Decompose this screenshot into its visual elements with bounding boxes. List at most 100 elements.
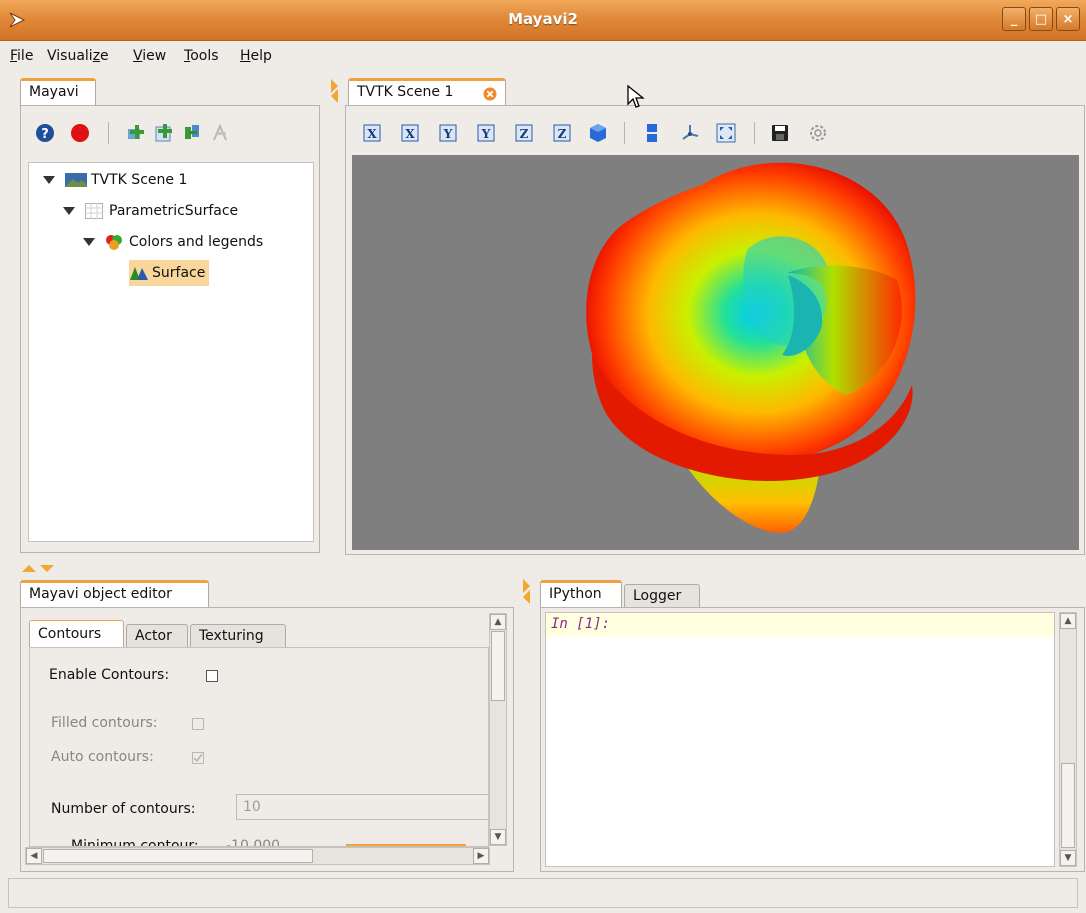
menu-file[interactable]: File [10,48,33,64]
filled-contours-label: Filled contours: [51,715,158,731]
tree-item-source[interactable]: ParametricSurface [63,198,238,224]
scroll-up-button[interactable]: ▲ [490,614,506,630]
view-x-pos-button[interactable]: X [362,123,382,143]
close-tab-icon[interactable] [483,87,497,101]
fullscreen-icon [716,123,736,143]
tab-tvtk-scene[interactable]: TVTK Scene 1 [348,78,506,106]
toolbar-separator [108,122,109,144]
save-button[interactable] [770,123,790,143]
menu-view[interactable]: View [133,48,166,64]
ipython-console[interactable]: In [1]: [545,612,1055,867]
number-of-contours-input[interactable]: 10 [236,794,488,820]
tree-label-source: ParametricSurface [109,203,239,219]
tab-mayavi[interactable]: Mayavi [20,78,96,106]
view-y-pos-button[interactable]: Y [438,123,458,143]
subtab-texturing-label: Texturing [199,628,264,644]
axes-icon [682,125,699,140]
mouse-cursor-icon [627,84,645,108]
view-y-neg-button[interactable]: Y [476,123,496,143]
maximize-button[interactable]: □ [1029,7,1053,31]
number-of-contours-label: Number of contours: [51,801,196,817]
contours-tab-content: Enable Contours: Filled contours: Auto c… [29,647,489,847]
collapse-console-arrow-icon[interactable] [521,578,533,606]
close-button[interactable]: × [1056,7,1080,31]
tree-item-module-manager[interactable]: Colors and legends [83,229,263,255]
auto-contours-label: Auto contours: [51,749,154,765]
add-source-button[interactable] [154,123,174,143]
scroll-down-button[interactable]: ▼ [1060,850,1076,866]
view-y-neg-icon: Y [477,124,495,142]
colors-legends-icon [106,235,122,250]
view-x-neg-icon: X [401,124,419,142]
tab-object-editor[interactable]: Mayavi object editor [20,580,209,608]
minimize-button[interactable]: _ [1002,7,1026,31]
minimum-contour-label: Minimum contour: [71,838,199,847]
add-module-button[interactable] [210,123,230,143]
svg-text:Z: Z [558,127,567,141]
collapse-arrow-icon[interactable] [43,176,55,184]
editor-horizontal-scrollbar[interactable]: ◀ ▶ [25,847,490,865]
subtab-contours[interactable]: Contours [29,620,124,648]
scroll-down-button[interactable]: ▼ [490,829,506,845]
stop-button[interactable] [70,123,90,143]
scroll-thumb[interactable] [1061,763,1075,848]
scene-3d-view[interactable] [352,155,1079,550]
view-z-pos-icon: Z [515,124,533,142]
subtab-actor[interactable]: Actor [126,624,188,648]
view-x-neg-button[interactable]: X [400,123,420,143]
settings-button[interactable] [808,123,828,143]
tab-object-editor-label: Mayavi object editor [29,586,172,602]
menu-help[interactable]: Help [240,48,272,64]
pipeline-tree[interactable]: TVTK Scene 1 ParametricSurface Colors an… [28,162,314,542]
scene-icon [65,173,87,187]
console-vertical-scrollbar[interactable]: ▲ ▼ [1059,612,1077,867]
collapse-arrow-icon[interactable] [63,207,75,215]
save-icon [772,125,788,141]
subtab-texturing[interactable]: Texturing [190,624,286,648]
console-prompt: In [1]: [551,616,611,632]
scroll-left-button[interactable]: ◀ [26,848,42,864]
enable-contours-checkbox[interactable] [206,670,218,682]
isometric-view-icon [590,124,606,142]
parallel-projection-button[interactable] [642,123,662,143]
tab-ipython[interactable]: IPython [540,580,622,608]
tab-logger[interactable]: Logger [624,584,700,608]
fullscreen-button[interactable] [716,123,736,143]
isometric-view-button[interactable] [588,123,608,143]
tree-label-scene: TVTK Scene 1 [91,172,188,188]
view-x-pos-icon: X [363,124,381,142]
menu-visualize[interactable]: Visualize [47,48,109,64]
view-z-neg-icon: Z [553,124,571,142]
title-bar: Mayavi2 _ □ × [0,0,1086,41]
collapse-up-arrow-icon[interactable] [20,563,60,575]
axes-button[interactable] [680,123,700,143]
add-filter-icon [185,125,199,139]
help-button[interactable]: ? [35,123,55,143]
new-scene-button[interactable] [126,123,146,143]
scroll-up-button[interactable]: ▲ [1060,613,1076,629]
scroll-right-button[interactable]: ▶ [473,848,489,864]
menu-tools[interactable]: Tools [184,48,219,64]
editor-vertical-scrollbar[interactable]: ▲ ▼ [489,613,507,846]
filled-contours-checkbox[interactable] [192,718,204,730]
add-scene-icon [128,125,144,139]
parametric-surface-render [586,162,916,533]
svg-text:Y: Y [481,127,491,141]
view-z-pos-button[interactable]: Z [514,123,534,143]
surface-module-icon [130,267,148,280]
view-z-neg-button[interactable]: Z [552,123,572,143]
auto-contours-checkbox[interactable] [192,752,204,764]
add-filter-button[interactable] [182,123,202,143]
grid-source-icon [85,203,103,219]
collapse-left-arrow-icon[interactable] [329,78,341,104]
maximize-icon: □ [1034,11,1048,27]
enable-contours-label: Enable Contours: [49,667,170,683]
tab-ipython-label: IPython [549,586,602,602]
view-y-pos-icon: Y [439,124,457,142]
tree-item-scene[interactable]: TVTK Scene 1 [43,167,187,193]
scroll-thumb-horizontal[interactable] [43,849,313,863]
minimum-contour-value: -10.000 [226,838,281,847]
tree-item-surface[interactable]: Surface [129,260,210,286]
collapse-arrow-icon[interactable] [83,238,95,246]
scroll-thumb[interactable] [491,631,505,701]
